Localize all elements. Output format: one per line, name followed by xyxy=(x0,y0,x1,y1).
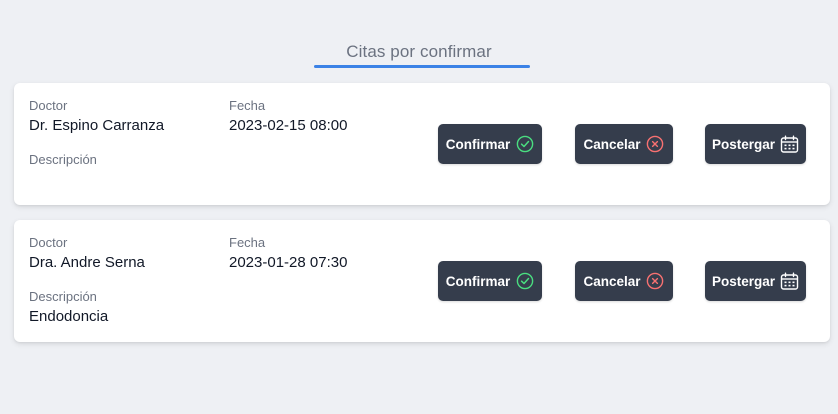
description-value: Endodoncia xyxy=(29,308,109,325)
x-circle-icon xyxy=(646,272,665,291)
title-underline xyxy=(314,65,530,68)
cancel-button[interactable]: Cancelar xyxy=(575,124,673,164)
appointment-card: Doctor Dr. Espino Carranza Fecha 2023-02… xyxy=(14,83,830,205)
description-label: Descripción xyxy=(29,152,97,167)
appointment-card: Doctor Dra. Andre Serna Fecha 2023-01-28… xyxy=(14,220,830,342)
date-field: Fecha 2023-02-15 08:00 xyxy=(229,98,347,136)
page: Citas por confirmar Doctor Dr. Espino Ca… xyxy=(0,0,838,414)
doctor-name: Dr. Espino Carranza xyxy=(29,117,165,134)
page-title: Citas por confirmar xyxy=(346,42,492,61)
confirm-button[interactable]: Confirmar xyxy=(438,124,542,164)
x-circle-icon xyxy=(646,135,665,154)
postpone-button[interactable]: Postergar xyxy=(705,261,806,301)
calendar-icon xyxy=(780,135,799,154)
cancel-button-label: Cancelar xyxy=(583,273,641,289)
doctor-name: Dra. Andre Serna xyxy=(29,254,145,271)
doctor-label: Doctor xyxy=(29,235,68,250)
date-label: Fecha xyxy=(229,98,266,113)
postpone-button[interactable]: Postergar xyxy=(705,124,806,164)
description-field: Descripción xyxy=(29,152,97,170)
postpone-button-label: Postergar xyxy=(711,273,776,289)
doctor-field: Doctor Dr. Espino Carranza xyxy=(29,98,164,136)
check-circle-icon xyxy=(515,272,534,291)
confirm-button[interactable]: Confirmar xyxy=(438,261,542,301)
postpone-button-label: Postergar xyxy=(711,136,776,152)
doctor-field: Doctor Dra. Andre Serna xyxy=(29,235,145,273)
cancel-button-label: Cancelar xyxy=(583,136,641,152)
date-label: Fecha xyxy=(229,235,266,250)
calendar-icon xyxy=(780,272,799,291)
description-field: Descripción Endodoncia xyxy=(29,289,108,327)
date-field: Fecha 2023-01-28 07:30 xyxy=(229,235,347,273)
description-label: Descripción xyxy=(29,289,97,304)
check-circle-icon xyxy=(515,135,534,154)
date-value: 2023-02-15 08:00 xyxy=(229,117,348,134)
cancel-button[interactable]: Cancelar xyxy=(575,261,673,301)
confirm-button-label: Confirmar xyxy=(445,273,511,289)
doctor-label: Doctor xyxy=(29,98,68,113)
date-value: 2023-01-28 07:30 xyxy=(229,254,348,271)
confirm-button-label: Confirmar xyxy=(445,136,511,152)
